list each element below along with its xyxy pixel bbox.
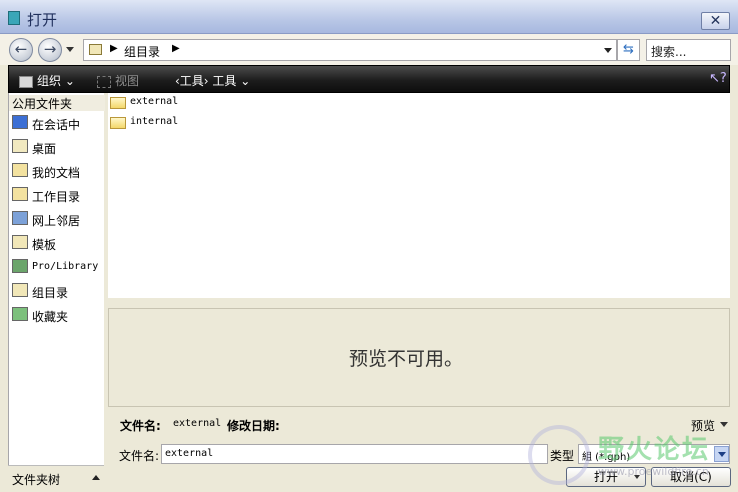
views-menu[interactable]: 视图 — [97, 72, 139, 89]
forward-arrow-icon: → — [43, 40, 57, 58]
favorites-sidebar: 公用文件夹 在会话中 桌面 我的文档 工作目录 网上邻居 模板 Pro/Libr… — [8, 93, 105, 465]
command-toolbar: 组织 ⌄ 视图 ‹工具› 工具 ⌄ ↖? — [8, 65, 730, 93]
breadcrumb-arrow-icon[interactable]: ▶ — [172, 43, 180, 54]
preview-message: 预览不可用。 — [349, 348, 464, 370]
folder-location-icon — [89, 44, 102, 55]
favorites-icon — [12, 307, 28, 321]
network-icon — [12, 211, 28, 225]
sidebar-item-my-documents[interactable]: 我的文档 — [12, 161, 105, 181]
close-button[interactable]: ✕ — [701, 12, 730, 30]
window-title: 打开 — [27, 11, 58, 29]
work-folder-icon — [12, 187, 28, 201]
sidebar-item-in-session[interactable]: 在会话中 — [12, 113, 105, 133]
sidebar-item-label: 组目录 — [32, 286, 69, 300]
folder-tree-toggle[interactable]: 文件夹树 — [8, 465, 104, 489]
folder-tree-label: 文件夹树 — [12, 473, 61, 487]
sidebar-item-label: Pro/Library — [32, 261, 99, 272]
search-input[interactable]: 搜索... — [646, 39, 731, 61]
sidebar-item-label: 桌面 — [32, 142, 57, 156]
sidebar-item-label: 收藏夹 — [32, 310, 69, 324]
app-icon — [8, 11, 20, 25]
refresh-button[interactable]: ⇆ — [617, 39, 640, 61]
preview-toggle[interactable]: 预览 — [691, 417, 715, 434]
file-list: external internal — [108, 93, 730, 298]
sidebar-item-working-directory[interactable]: 工作目录 — [12, 185, 105, 205]
info-filename-key: 文件名: — [120, 419, 161, 433]
organize-icon — [19, 75, 33, 88]
search-placeholder: 搜索... — [651, 45, 687, 59]
file-name: external — [130, 96, 179, 107]
back-arrow-icon: ← — [14, 40, 28, 58]
chevron-down-icon[interactable] — [714, 446, 729, 462]
file-info-bar: 文件名: external 修改日期: 预览 — [108, 413, 730, 435]
sidebar-item-label: 工作目录 — [32, 190, 81, 204]
views-icon — [97, 75, 111, 88]
sidebar-item-group-directory[interactable]: 组目录 — [12, 281, 105, 301]
sidebar-item-label: 我的文档 — [32, 166, 81, 180]
title-bar: 打开 ✕ — [0, 0, 738, 34]
filename-label: 文件名: — [119, 449, 160, 463]
tools-menu[interactable]: ‹工具› 工具 ⌄ — [175, 72, 250, 89]
breadcrumb-arrow-icon[interactable]: ▶ — [110, 43, 118, 54]
sidebar-item-label: 模板 — [32, 238, 57, 252]
help-icon[interactable]: ↖? — [709, 71, 727, 86]
library-icon — [12, 259, 28, 273]
list-item-external[interactable]: external — [110, 94, 180, 112]
chevron-down-icon[interactable] — [720, 422, 728, 427]
info-filename-value: external — [173, 418, 222, 429]
cancel-button[interactable]: 取消(C) — [651, 467, 731, 487]
back-button[interactable]: ← — [9, 38, 33, 62]
open-dropdown-icon[interactable] — [634, 475, 640, 479]
address-row: ← → ▶ 组目录 ▶ ⇆ 搜索... — [0, 34, 738, 65]
desktop-icon — [12, 139, 28, 153]
sidebar-item-label: 网上邻居 — [32, 214, 81, 228]
breadcrumb-segment[interactable]: 组目录 — [124, 43, 160, 60]
preview-pane: 预览不可用。 — [108, 308, 730, 407]
monitor-icon — [12, 115, 28, 129]
chevron-up-icon — [92, 475, 100, 480]
file-type-select[interactable]: 組 (*.gph) — [578, 444, 730, 464]
address-dropdown-icon[interactable] — [604, 48, 612, 53]
sidebar-item-label: 在会话中 — [32, 118, 81, 132]
folder-icon — [110, 97, 126, 109]
history-dropdown-icon[interactable] — [66, 47, 74, 52]
sidebar-item-desktop[interactable]: 桌面 — [12, 137, 105, 157]
file-name: internal — [130, 116, 179, 127]
sidebar-item-favorites[interactable]: 收藏夹 — [12, 305, 105, 325]
filename-field[interactable]: external — [161, 444, 548, 464]
refresh-icon: ⇆ — [623, 42, 634, 57]
type-label: 类型 — [550, 449, 575, 463]
sidebar-item-templates[interactable]: 模板 — [12, 233, 105, 253]
folder-icon — [110, 117, 126, 129]
group-folder-icon — [12, 283, 28, 297]
sidebar-item-network[interactable]: 网上邻居 — [12, 209, 105, 229]
sidebar-header: 公用文件夹 — [9, 95, 105, 111]
sidebar-item-pro-library[interactable]: Pro/Library — [12, 257, 105, 277]
list-item-internal[interactable]: internal — [110, 114, 180, 132]
forward-button[interactable]: → — [38, 38, 62, 62]
organize-label: 组织 ⌄ — [37, 74, 75, 88]
template-icon — [12, 235, 28, 249]
info-modified-key: 修改日期: — [227, 419, 280, 433]
views-label: 视图 — [115, 74, 140, 88]
documents-icon — [12, 163, 28, 177]
organize-menu[interactable]: 组织 ⌄ — [19, 72, 75, 89]
address-bar[interactable]: ▶ 组目录 ▶ — [83, 39, 617, 61]
